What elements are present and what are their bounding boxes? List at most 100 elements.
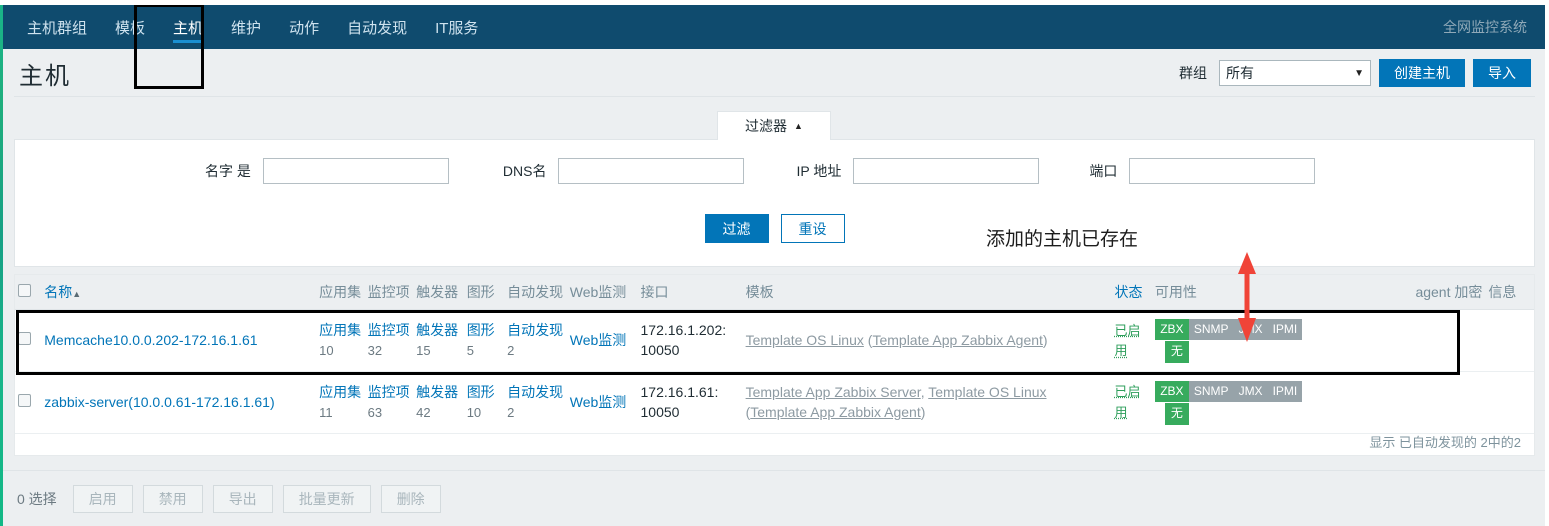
row-web-cell: Web监测: [566, 371, 638, 434]
apply-filter-button[interactable]: 过滤: [704, 214, 769, 243]
filter-tab[interactable]: 过滤器 ▲: [717, 111, 831, 140]
header-interface: 接口: [637, 275, 743, 310]
template-separator: ): [920, 404, 926, 421]
row-graphs-cell: 图形 5: [463, 309, 505, 372]
template-link[interactable]: Template App Zabbix Agent: [872, 332, 1042, 348]
row-triggers-cell: 触发器 42: [413, 371, 464, 434]
disable-button[interactable]: 禁用: [142, 484, 203, 513]
filter-dns-label: DNS名: [502, 163, 547, 179]
applications-link[interactable]: 应用集: [319, 322, 361, 338]
graphs-count: 10: [466, 404, 482, 420]
row-checkbox[interactable]: [18, 332, 31, 346]
nav-item-discovery[interactable]: 自动发现: [333, 5, 421, 49]
availability-snmp-badge[interactable]: SNMP: [1188, 380, 1234, 403]
nav-item-actions[interactable]: 动作: [275, 5, 333, 49]
row-graphs-cell: 图形 10: [463, 371, 505, 434]
enable-button[interactable]: 启用: [72, 484, 133, 513]
hosts-table-head: 名称▲ 应用集 监控项 触发器 图形 自动发现 Web监测 接口 模板 状态 可…: [15, 275, 1534, 310]
header-templates-label: 模板: [745, 284, 774, 300]
header-name[interactable]: 名称▲: [41, 275, 317, 310]
header-agent-encryption-label: agent 加密: [1415, 284, 1483, 300]
discovery-count: 2: [507, 404, 515, 420]
template-link[interactable]: Template App Zabbix Server: [746, 384, 921, 400]
interface-value: 172.16.1.202: 10050: [640, 322, 727, 359]
filter-ip-group: IP 地址: [796, 158, 1040, 184]
nav-item-hosts[interactable]: 主机: [159, 5, 217, 49]
nav-item-list: 主机群组 模板 主机 维护 动作 自动发现 IT服务: [3, 5, 492, 49]
group-select[interactable]: 所有 ▼: [1219, 60, 1371, 86]
availability-ipmi-badge[interactable]: IPMI: [1267, 380, 1303, 403]
triggers-link[interactable]: 触发器: [416, 322, 458, 338]
availability-ipmi-badge[interactable]: IPMI: [1267, 319, 1303, 341]
graphs-link[interactable]: 图形: [467, 322, 495, 338]
status-badge[interactable]: 已启用: [1114, 384, 1140, 420]
filter-dns-input[interactable]: [558, 158, 745, 184]
host-name-link[interactable]: Memcache10.0.0.202-172.16.1.61: [44, 332, 257, 348]
graphs-link[interactable]: 图形: [467, 384, 495, 400]
filter-ip-input[interactable]: [853, 158, 1040, 184]
template-link[interactable]: Template OS Linux: [928, 384, 1046, 400]
host-name-link[interactable]: zabbix-server(10.0.0.61-172.16.1.61): [44, 394, 274, 410]
filter-port-input[interactable]: [1129, 158, 1316, 184]
filter-name-input[interactable]: [262, 158, 449, 184]
nav-item-host-groups[interactable]: 主机群组: [13, 5, 101, 49]
nav-item-it-services[interactable]: IT服务: [421, 5, 492, 49]
items-count: 32: [367, 343, 383, 359]
header-applications: 应用集: [316, 275, 365, 310]
row-checkbox[interactable]: [18, 394, 31, 408]
triggers-link[interactable]: 触发器: [416, 384, 458, 400]
filter-port-label: 端口: [1089, 163, 1118, 179]
chevron-down-icon: ▼: [1354, 67, 1364, 79]
header-info-label: 信息: [1488, 284, 1517, 300]
availability-zbx-badge[interactable]: ZBX: [1154, 380, 1189, 403]
filter-actions: 过滤 重设: [15, 214, 1534, 243]
availability-jmx-badge[interactable]: JMX: [1233, 380, 1268, 403]
row-discovery-cell: 自动发现 2: [504, 309, 567, 372]
row-name-cell: Memcache10.0.0.202-172.16.1.61: [41, 309, 317, 372]
applications-count: 11: [319, 404, 333, 420]
items-link[interactable]: 监控项: [368, 384, 410, 400]
items-link[interactable]: 监控项: [368, 322, 410, 338]
row-templates-cell: Template OS Linux (Template App Zabbix A…: [742, 309, 1112, 372]
web-link[interactable]: Web监测: [570, 394, 627, 410]
discovery-link[interactable]: 自动发现: [507, 322, 563, 338]
filter-fields-row: 名字 是 DNS名 IP 地址 端口: [15, 158, 1534, 184]
encryption-badge: 无: [1164, 403, 1189, 425]
nav-label: 主机: [173, 19, 204, 37]
availability-jmx-badge[interactable]: JMX: [1233, 319, 1268, 341]
web-link[interactable]: Web监测: [570, 332, 627, 348]
status-badge[interactable]: 已启用: [1114, 323, 1140, 359]
discovery-link[interactable]: 自动发现: [507, 384, 563, 400]
template-link[interactable]: Template App Zabbix Agent: [750, 404, 920, 420]
create-host-label: 创建主机: [1394, 65, 1450, 81]
nav-item-maintenance[interactable]: 维护: [217, 5, 275, 49]
filter-dns-group: DNS名: [503, 158, 745, 184]
table-row[interactable]: Memcache10.0.0.202-172.16.1.61 应用集 10 监控…: [15, 309, 1534, 372]
filter-port-group: 端口: [1089, 158, 1316, 184]
import-button[interactable]: 导入: [1473, 59, 1531, 87]
left-color-strip: [0, 0, 3, 526]
graphs-count: 5: [466, 343, 474, 359]
table-row[interactable]: zabbix-server(10.0.0.61-172.16.1.61) 应用集…: [15, 371, 1534, 434]
row-discovery-cell: 自动发现 2: [504, 371, 567, 434]
triggers-count: 15: [416, 343, 431, 359]
items-count: 63: [367, 404, 383, 420]
row-items-cell: 监控项 32: [364, 309, 414, 372]
header-agent-encryption: agent 加密: [1335, 275, 1486, 310]
right-white-edge: [1545, 0, 1549, 526]
template-link[interactable]: Template OS Linux: [746, 332, 864, 348]
select-all-checkbox[interactable]: [18, 284, 31, 297]
filter-tab-label: 过滤器: [745, 118, 788, 134]
delete-button[interactable]: 删除: [380, 484, 441, 513]
header-web: Web监测: [566, 275, 638, 310]
reset-filter-button[interactable]: 重设: [780, 214, 845, 243]
import-label: 导入: [1488, 65, 1516, 81]
availability-zbx-badge[interactable]: ZBX: [1154, 319, 1189, 341]
header-status[interactable]: 状态: [1111, 275, 1152, 310]
nav-item-templates[interactable]: 模板: [101, 5, 159, 49]
export-button[interactable]: 导出: [212, 484, 273, 513]
mass-update-button[interactable]: 批量更新: [282, 484, 371, 513]
create-host-button[interactable]: 创建主机: [1379, 59, 1465, 87]
applications-link[interactable]: 应用集: [319, 384, 361, 400]
availability-snmp-badge[interactable]: SNMP: [1188, 319, 1234, 341]
